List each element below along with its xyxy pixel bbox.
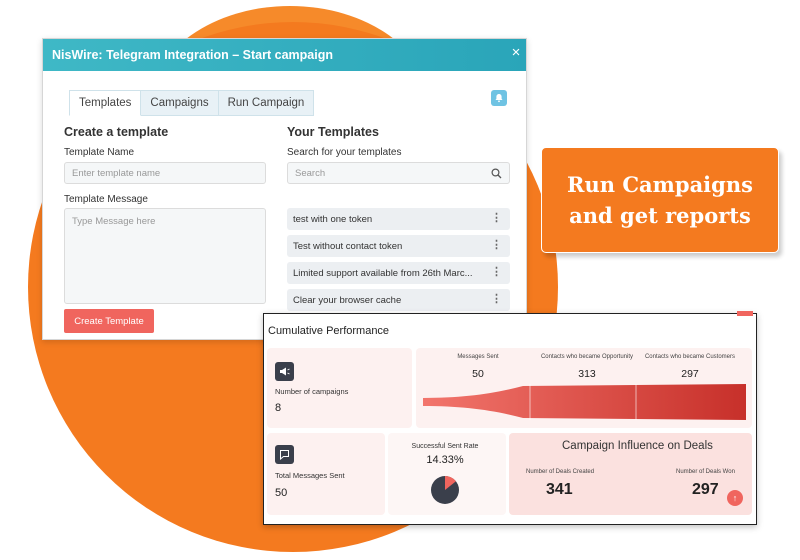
deals-created-label: Number of Deals Created — [526, 469, 595, 475]
influence-title: Campaign Influence on Deals — [562, 440, 713, 452]
tab-bar: Templates Campaigns Run Campaign — [69, 90, 315, 116]
campaigns-label: Number of campaigns — [275, 387, 349, 396]
search-input[interactable]: Search — [287, 162, 510, 184]
performance-title: Cumulative Performance — [268, 325, 390, 337]
more-options-icon[interactable]: ⋮ — [491, 238, 502, 251]
template-item-label: Clear your browser cache — [293, 294, 402, 306]
deals-created-value: 341 — [546, 481, 573, 498]
funnel-col-label: Messages Sent — [457, 354, 499, 360]
template-item-label: test with one token — [293, 213, 373, 225]
template-name-label: Template Name — [64, 147, 135, 158]
callout-line-2: and get reports — [569, 203, 751, 228]
total-messages-value: 50 — [275, 487, 288, 499]
funnel-shape — [423, 384, 746, 420]
notification-bell-icon[interactable] — [491, 90, 507, 106]
sent-rate-pie — [431, 476, 459, 504]
chat-icon — [275, 445, 294, 464]
cumulative-performance-panel: Cumulative Performance Number of campaig… — [263, 311, 757, 525]
campaign-dialog: NisWire: Telegram Integration – Start ca… — [42, 38, 527, 340]
tab-campaigns[interactable]: Campaigns — [141, 90, 219, 116]
list-item[interactable]: Test without contact token ⋮ — [287, 235, 510, 257]
callout-line-1: Run Campaigns — [567, 172, 753, 197]
more-options-icon[interactable]: ⋮ — [491, 265, 502, 278]
scroll-up-icon[interactable]: ↑ — [727, 490, 743, 506]
template-name-placeholder: Enter template name — [72, 167, 161, 179]
template-message-label: Template Message — [64, 194, 148, 205]
funnel-col-label: Contacts who became Customers — [644, 354, 736, 360]
list-item[interactable]: Clear your browser cache ⋮ — [287, 289, 510, 311]
deals-won-label: Number of Deals Won — [676, 469, 735, 475]
search-placeholder: Search — [295, 167, 326, 179]
total-messages-label: Total Messages Sent — [275, 471, 345, 480]
total-messages-card: Total Messages Sent 50 — [267, 433, 385, 515]
more-options-icon[interactable]: ⋮ — [491, 211, 502, 224]
sent-rate-label: Successful Sent Rate — [411, 443, 479, 450]
funnel-col-value: 50 — [472, 368, 484, 380]
list-item[interactable]: Limited support available from 26th Marc… — [287, 262, 510, 284]
tab-templates[interactable]: Templates — [69, 90, 142, 116]
campaigns-value: 8 — [275, 402, 282, 414]
funnel-col-value: 297 — [681, 368, 699, 380]
template-message-placeholder: Type Message here — [72, 216, 156, 227]
more-options-icon[interactable]: ⋮ — [491, 292, 502, 305]
dialog-header: NisWire: Telegram Integration – Start ca… — [43, 39, 526, 71]
template-list: test with one token ⋮ Test without conta… — [287, 208, 510, 316]
search-templates-label: Search for your templates — [287, 147, 402, 158]
dialog-title: NisWire: Telegram Integration – Start ca… — [52, 48, 333, 62]
search-icon[interactable] — [491, 168, 502, 182]
megaphone-icon — [275, 362, 294, 381]
run-campaigns-callout: Run Campaigns and get reports — [541, 147, 779, 253]
sent-rate-value: 14.33% — [426, 454, 464, 466]
template-name-input[interactable]: Enter template name — [64, 162, 266, 184]
template-item-label: Test without contact token — [293, 240, 403, 252]
funnel-col-value: 313 — [578, 368, 596, 380]
your-templates-heading: Your Templates — [287, 125, 379, 139]
funnel-col-label: Contacts who became Opportunity — [540, 354, 634, 360]
tab-run-campaign[interactable]: Run Campaign — [218, 90, 315, 116]
create-template-button[interactable]: Create Template — [64, 309, 154, 333]
close-icon[interactable]: × — [508, 44, 524, 61]
panel-corner-accent — [737, 311, 753, 316]
campaigns-card: Number of campaigns 8 — [267, 348, 412, 428]
template-item-label: Limited support available from 26th Marc… — [293, 267, 473, 279]
conversion-funnel — [423, 384, 746, 420]
create-template-heading: Create a template — [64, 125, 169, 139]
list-item[interactable]: test with one token ⋮ — [287, 208, 510, 230]
deals-won-value: 297 — [692, 481, 719, 498]
template-message-textarea[interactable]: Type Message here — [64, 208, 266, 304]
